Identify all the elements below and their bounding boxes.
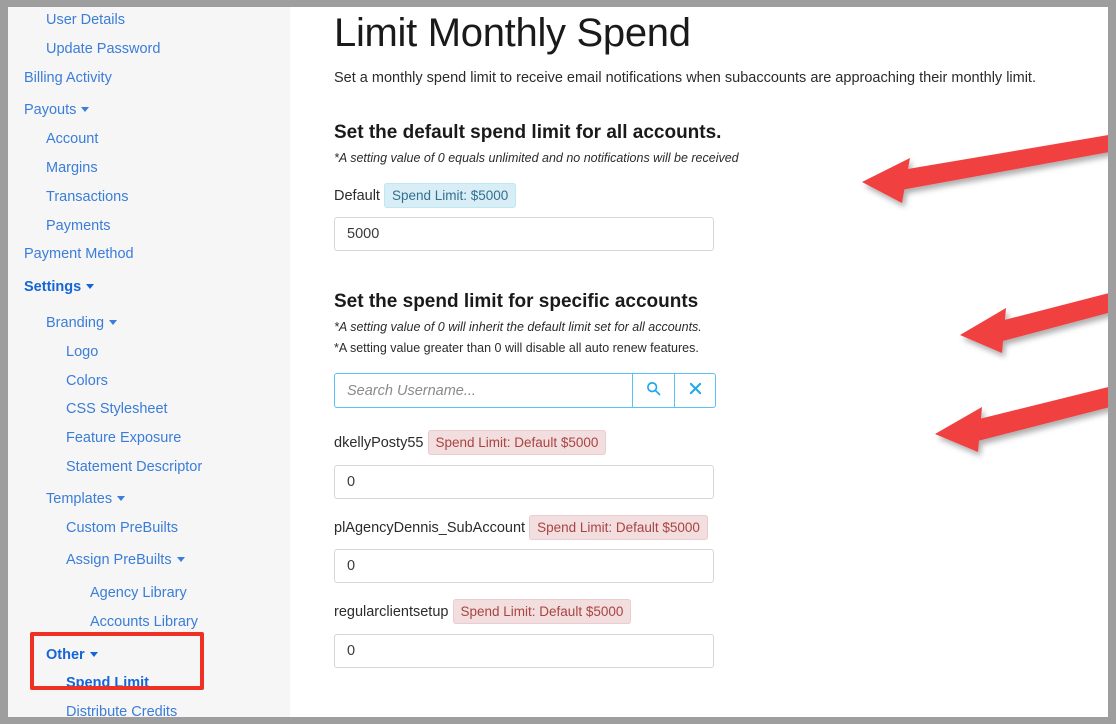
account-spend-limit-badge: Spend Limit: Default $5000 <box>427 430 607 456</box>
page-title: Limit Monthly Spend <box>334 11 691 55</box>
sidebar-item-label: Assign PreBuilts <box>66 552 172 568</box>
sidebar-item-account[interactable]: Account <box>8 132 98 147</box>
sidebar-item-settings[interactable]: Settings <box>8 279 95 295</box>
account-username: plAgencyDennis_SubAccount <box>334 519 526 536</box>
sidebar-item-margins[interactable]: Margins <box>8 161 98 176</box>
search-button[interactable] <box>632 373 674 409</box>
sidebar-item-payouts[interactable]: Payouts <box>8 102 90 118</box>
sidebar-item-label: Logo <box>66 344 99 360</box>
search-input[interactable] <box>334 373 632 409</box>
sidebar-item-label: Statement Descriptor <box>66 459 203 475</box>
main-content: Limit Monthly Spend Set a monthly spend … <box>290 7 1108 717</box>
specific-limit-section: Set the spend limit for specific account… <box>334 291 1108 668</box>
sidebar-item-label: Settings <box>24 279 82 295</box>
page-subtitle: Set a monthly spend limit to receive ema… <box>334 70 1036 86</box>
sidebar-item-other[interactable]: Other <box>8 648 98 663</box>
sidebar-item-accounts-library[interactable]: Accounts Library <box>8 615 198 630</box>
default-row-label: Default Spend Limit: $5000 <box>334 183 716 208</box>
accounts-list: dkellyPosty55 Spend Limit: Default $5000… <box>334 430 1108 668</box>
default-limit-section: Set the default spend limit for all acco… <box>334 122 1108 252</box>
chevron-down-icon <box>81 106 90 112</box>
sidebar-item-css-stylesheet[interactable]: CSS Stylesheet <box>8 402 168 417</box>
sidebar-item-distribute-credits[interactable]: Distribute Credits <box>8 705 177 717</box>
chevron-down-icon <box>117 495 126 501</box>
sidebar-item-payments[interactable]: Payments <box>8 219 110 234</box>
sidebar-item-label: Payments <box>46 218 111 234</box>
sidebar-item-feature-exposure[interactable]: Feature Exposure <box>8 431 181 446</box>
sidebar-item-payment-method[interactable]: Payment Method <box>8 247 134 262</box>
account-limit-row: regularclientsetup Spend Limit: Default … <box>334 599 1108 668</box>
search-icon <box>646 381 661 400</box>
sidebar-item-statement-descriptor[interactable]: Statement Descriptor <box>8 460 202 475</box>
account-username: regularclientsetup <box>334 604 449 621</box>
specific-section-note-1: *A setting value of 0 will inherit the d… <box>334 320 702 335</box>
username-search-group <box>334 373 716 409</box>
sidebar-item-label: Agency Library <box>90 585 187 601</box>
sidebar-navigation: User Details Update Password Billing Activ… <box>8 7 290 717</box>
clear-search-button[interactable] <box>674 373 716 409</box>
sidebar-item-label: Distribute Credits <box>66 704 178 717</box>
sidebar-item-user-details[interactable]: User Details <box>8 13 125 28</box>
sidebar-item-label: Payouts <box>24 102 77 118</box>
specific-section-heading: Set the spend limit for specific account… <box>334 291 699 313</box>
sidebar-item-agency-library[interactable]: Agency Library <box>8 586 187 601</box>
account-spend-limit-badge: Spend Limit: Default $5000 <box>529 514 708 540</box>
sidebar-item-assign-prebuilts[interactable]: Assign PreBuilts <box>8 553 185 568</box>
account-spend-limit-input[interactable] <box>334 549 714 584</box>
specific-section-note-2: *A setting value greater than 0 will dis… <box>334 341 699 356</box>
sidebar-item-templates[interactable]: Templates <box>8 491 126 507</box>
default-section-note: *A setting value of 0 equals unlimited a… <box>334 151 739 165</box>
chevron-down-icon <box>109 319 118 325</box>
account-row-label: plAgencyDennis_SubAccount Spend Limit: D… <box>334 514 716 540</box>
sidebar-item-label: Margins <box>46 160 98 176</box>
default-spend-limit-badge: Spend Limit: $5000 <box>383 183 517 208</box>
sidebar-item-label: Accounts Library <box>90 614 198 630</box>
app-window: User Details Update Password Billing Activ… <box>8 7 1108 717</box>
account-spend-limit-badge: Spend Limit: Default $5000 <box>452 599 632 625</box>
sidebar-item-label: Billing Activity <box>24 70 112 86</box>
default-label: Default <box>334 188 380 204</box>
sidebar-item-label: Payment Method <box>24 246 134 262</box>
account-limit-row: dkellyPosty55 Spend Limit: Default $5000 <box>334 430 1108 499</box>
sidebar-item-colors[interactable]: Colors <box>8 374 108 389</box>
chevron-down-icon <box>86 283 95 289</box>
account-row-label: regularclientsetup Spend Limit: Default … <box>334 599 716 625</box>
sidebar-item-label: Branding <box>46 315 105 331</box>
default-section-heading: Set the default spend limit for all acco… <box>334 122 722 143</box>
account-limit-row: plAgencyDennis_SubAccount Spend Limit: D… <box>334 514 1108 584</box>
close-icon <box>689 382 702 399</box>
sidebar-item-billing-activity[interactable]: Billing Activity <box>8 71 112 86</box>
sidebar-item-logo[interactable]: Logo <box>8 345 98 360</box>
sidebar-item-label: Spend Limit <box>66 675 149 691</box>
sidebar-item-custom-prebuilts[interactable]: Custom PreBuilts <box>8 521 178 536</box>
sidebar-item-label: Feature Exposure <box>66 430 182 446</box>
account-username: dkellyPosty55 <box>334 435 424 452</box>
sidebar-item-label: Transactions <box>46 189 129 205</box>
default-spend-limit-input[interactable] <box>334 217 714 252</box>
sidebar-item-branding[interactable]: Branding <box>8 315 118 331</box>
sidebar-item-label: Custom PreBuilts <box>66 520 179 536</box>
account-spend-limit-input[interactable] <box>334 464 714 499</box>
sidebar-item-label: User Details <box>46 12 125 28</box>
sidebar-item-label: Colors <box>66 373 108 389</box>
account-spend-limit-input[interactable] <box>334 633 714 668</box>
sidebar-item-spend-limit[interactable]: Spend Limit <box>8 676 149 691</box>
sidebar-item-transactions[interactable]: Transactions <box>8 190 128 205</box>
chevron-down-icon <box>176 556 185 562</box>
sidebar-item-label: Other <box>46 647 85 663</box>
account-row-label: dkellyPosty55 Spend Limit: Default $5000 <box>334 430 716 456</box>
sidebar-item-label: Templates <box>46 491 113 507</box>
sidebar-item-label: Account <box>46 131 99 147</box>
chevron-down-icon <box>89 651 98 657</box>
sidebar-item-label: CSS Stylesheet <box>66 401 168 417</box>
sidebar-item-update-password[interactable]: Update Password <box>8 42 160 57</box>
sidebar-item-label: Update Password <box>46 41 161 57</box>
